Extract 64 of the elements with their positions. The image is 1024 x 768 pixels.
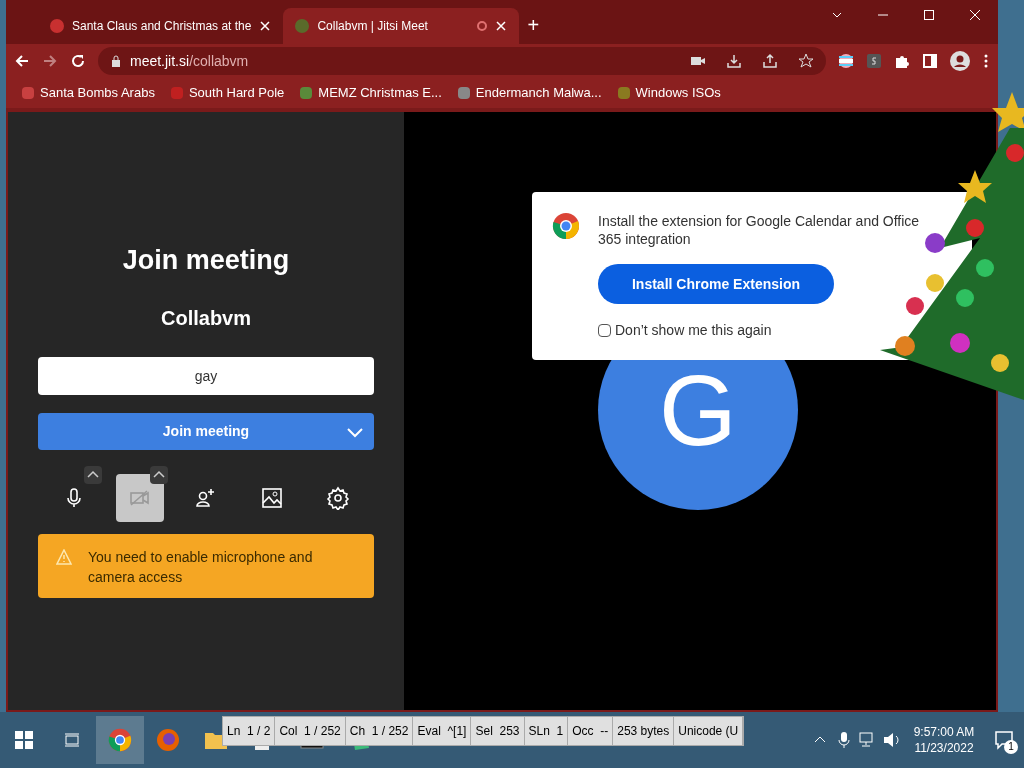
join-meeting-button[interactable]: Join meeting bbox=[38, 412, 374, 450]
clock-time: 9:57:00 AM bbox=[913, 724, 975, 740]
avatar-letter: G bbox=[659, 360, 737, 460]
address-bar[interactable]: meet.jit.si/collabvm bbox=[98, 47, 826, 75]
checkbox[interactable] bbox=[598, 324, 611, 337]
bookmark-icon bbox=[300, 87, 313, 99]
chevron-up-icon[interactable] bbox=[84, 465, 102, 484]
bookmark[interactable]: Endermanch Malwa... bbox=[457, 83, 602, 103]
browser-tab[interactable]: Collabvm | Jitsi Meet bbox=[283, 8, 520, 44]
chrome-logo-icon bbox=[552, 212, 580, 240]
status-field: 253 bytes bbox=[613, 717, 675, 745]
name-input-field[interactable]: gay bbox=[38, 356, 374, 395]
status-field: Ch 1 / 252 bbox=[345, 717, 414, 745]
clock-date: 11/23/2022 bbox=[914, 740, 974, 756]
status-field: Col 1 / 252 bbox=[275, 717, 346, 745]
url-text: meet.jit.si/collabvm bbox=[130, 51, 249, 71]
warning-icon bbox=[56, 548, 72, 565]
new-tab-button[interactable]: + bbox=[527, 15, 540, 35]
warning-text: You need to enable microphone and camera access bbox=[87, 547, 314, 587]
back-icon[interactable] bbox=[14, 53, 30, 69]
sidebar-icon[interactable] bbox=[922, 53, 938, 69]
bookmark[interactable]: South Hard Pole bbox=[170, 83, 285, 103]
profile-icon[interactable] bbox=[950, 51, 970, 71]
status-field: Eval ^[1] bbox=[413, 717, 472, 745]
reload-icon[interactable] bbox=[70, 53, 86, 69]
notification-icon bbox=[994, 730, 1014, 750]
checkbox-label[interactable]: Don’t show me this again bbox=[615, 320, 772, 341]
status-field: Ln 1 / 2 bbox=[223, 717, 276, 745]
close-tab-icon[interactable] bbox=[495, 20, 508, 32]
puzzle-icon[interactable] bbox=[894, 53, 910, 69]
forward-icon[interactable] bbox=[42, 53, 58, 69]
extension-icon[interactable] bbox=[838, 53, 854, 69]
bookmark-icon bbox=[170, 87, 183, 99]
image-icon bbox=[260, 485, 284, 510]
bookmark-icon bbox=[457, 87, 470, 99]
notification-count: 1 bbox=[1004, 740, 1018, 754]
recording-icon bbox=[477, 21, 488, 31]
menu-icon[interactable] bbox=[982, 53, 990, 69]
bookmark-icon bbox=[22, 87, 34, 99]
status-field: Sel 253 bbox=[471, 717, 525, 745]
star-icon[interactable] bbox=[798, 53, 814, 69]
favicon-icon bbox=[295, 19, 310, 33]
share-icon[interactable] bbox=[762, 53, 778, 69]
status-field: Unicode (U bbox=[674, 717, 744, 745]
bookmark-icon bbox=[617, 87, 630, 99]
install-extension-button[interactable]: Install Chrome Extension bbox=[598, 264, 834, 304]
bookmark[interactable]: Santa Bombs Arabs bbox=[22, 83, 155, 103]
camera-button[interactable] bbox=[116, 473, 164, 522]
settings-icon bbox=[326, 485, 350, 510]
meeting-name: Collabvm bbox=[161, 305, 251, 331]
popup-message: Install the extension for Google Calendar and Office 365 integration bbox=[598, 212, 921, 248]
download-icon[interactable] bbox=[726, 53, 742, 69]
notifications-button[interactable]: 1 bbox=[984, 716, 1024, 764]
browser-tab[interactable]: Santa Claus and Christmas at the bbox=[42, 8, 284, 44]
status-field: SLn 1 bbox=[524, 717, 569, 745]
favicon-icon bbox=[50, 19, 64, 33]
bookmark[interactable]: Windows ISOs bbox=[617, 83, 721, 103]
heading: Join meeting bbox=[122, 244, 290, 277]
status-field: Occ -- bbox=[568, 717, 614, 745]
bookmark[interactable]: MEMZ Christmas E... bbox=[300, 83, 442, 103]
chrome-logo-icon bbox=[108, 728, 132, 752]
close-tab-icon[interactable] bbox=[259, 20, 272, 32]
chevron-up-icon[interactable] bbox=[150, 465, 168, 484]
lock-icon bbox=[110, 55, 122, 67]
